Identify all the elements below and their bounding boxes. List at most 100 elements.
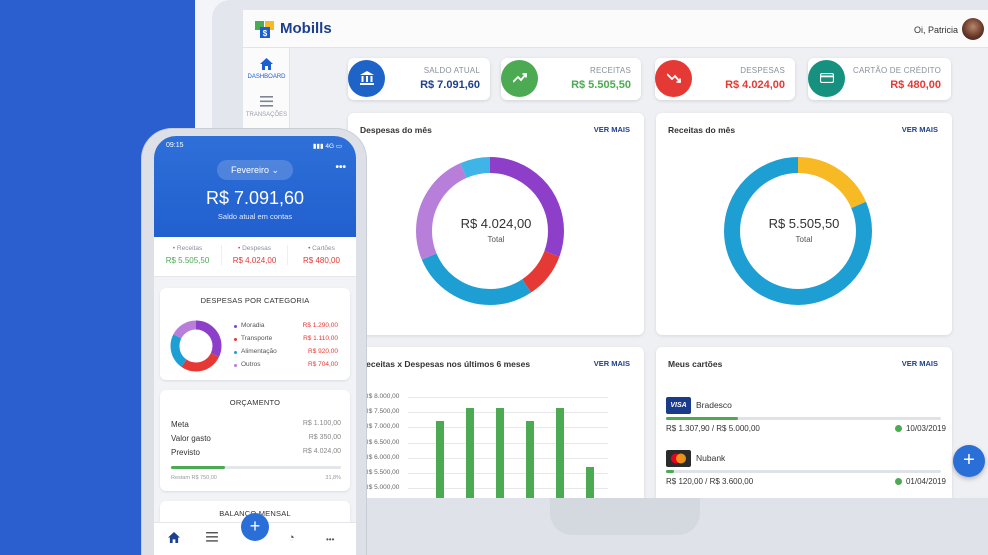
donut-center-label: Total	[795, 235, 813, 244]
category-legend-item: Outros R$ 704,00	[226, 361, 346, 371]
expenses-donut-chart	[416, 157, 564, 305]
stat-label: SALDO ATUAL	[423, 66, 480, 75]
budget-progress	[171, 466, 341, 469]
legend-dot	[234, 325, 237, 328]
expenses-card: Despesas do mês VER MAIS R$ 4.024,00 Tot…	[348, 113, 644, 335]
stat-card-saldo[interactable]: SALDO ATUAL R$ 7.091,60	[348, 58, 490, 100]
budget-row: Previsto R$ 4.024,00	[171, 448, 341, 457]
status-dot-icon	[894, 425, 902, 432]
category-value: R$ 1.110,00	[303, 335, 338, 342]
card-amount: R$ 120,00 / R$ 3.600,00	[666, 477, 754, 486]
chart-icon[interactable]: ◔	[288, 532, 295, 544]
category-card[interactable]: DESPESAS POR CATEGORIA Moradia R$ 1.290,0…	[160, 288, 350, 380]
bar	[436, 421, 444, 498]
income-donut-chart	[724, 157, 872, 305]
grid-line	[408, 397, 608, 398]
card-due-date: 01/04/2019	[894, 477, 946, 486]
home-icon[interactable]	[168, 532, 180, 546]
mobills-logo-icon: $	[255, 21, 274, 38]
status-time: 09:15	[166, 142, 184, 149]
category-legend-item: Transporte R$ 1.110,00	[226, 335, 346, 345]
sidebar-item-dashboard[interactable]: DASHBOARD	[243, 58, 290, 80]
month-selector[interactable]: Fevereiro ⌄	[217, 160, 293, 180]
ver-mais-link[interactable]: VER MAIS	[594, 125, 630, 134]
y-tick-label: R$ 7.500,00	[364, 408, 400, 416]
mastercard-logo-icon	[666, 450, 691, 467]
summary-cartoes[interactable]: • Cartões R$ 480,00	[288, 245, 355, 265]
credit-card-icon	[808, 60, 845, 97]
card-title: DESPESAS POR CATEGORIA	[200, 296, 310, 305]
summary-receitas[interactable]: • Receitas R$ 5.505,50	[154, 245, 221, 265]
category-legend-item: Moradia R$ 1.290,00	[226, 322, 346, 332]
more-options-icon[interactable]: •••	[335, 162, 346, 173]
income-vs-expenses-card: Receitas x Despesas nos últimos 6 meses …	[348, 347, 644, 498]
add-fab-button[interactable]: +	[953, 445, 985, 477]
home-icon	[243, 58, 290, 72]
top-bar: $ Mobills Oi, Patricia	[243, 10, 988, 48]
stat-value: R$ 480,00	[890, 79, 941, 91]
avatar[interactable]	[962, 18, 984, 40]
mobile-app: 09:15 ▮▮▮ 4G ▭ Fevereiro ⌄ ••• R$ 7.091,…	[154, 136, 356, 555]
svg-text:$: $	[263, 29, 268, 38]
add-button[interactable]: +	[241, 513, 269, 541]
card-amount: R$ 1.307,90 / R$ 5.000,00	[666, 424, 760, 433]
ver-mais-link[interactable]: VER MAIS	[902, 125, 938, 134]
bank-icon	[348, 60, 385, 97]
category-name: Moradia	[241, 322, 265, 329]
y-tick-label: R$ 6.000,00	[364, 453, 400, 461]
trend-up-icon	[501, 60, 538, 97]
sidebar-item-label: DASHBOARD	[247, 74, 286, 80]
budget-percent: 31,8%	[325, 475, 341, 481]
y-tick-label: R$ 5.500,00	[364, 469, 400, 476]
legend-dot	[234, 364, 237, 367]
summary-value: R$ 4.024,00	[232, 256, 277, 265]
category-value: R$ 920,00	[308, 348, 338, 355]
summary-label: • Receitas	[172, 245, 203, 252]
grid-line	[408, 412, 608, 414]
sidebar-item-transacoes[interactable]: TRANSAÇÕES	[243, 96, 290, 118]
brand-name: Mobills	[280, 20, 332, 37]
network-label: 4G	[325, 143, 335, 150]
category-name: Transporte	[241, 335, 273, 342]
stat-value: R$ 4.024,00	[725, 79, 785, 91]
list-icon[interactable]	[206, 532, 218, 545]
summary-value: R$ 480,00	[303, 256, 340, 265]
card-progress-fill	[666, 417, 738, 420]
category-legend-item: Alimentação R$ 920,00	[226, 348, 346, 358]
card-title: Meus cartões	[668, 359, 723, 369]
donut-center-label: Total	[487, 235, 505, 244]
card-name: Bradesco	[696, 400, 732, 410]
category-donut-chart	[170, 320, 222, 372]
budget-row: Valor gasto R$ 350,00	[171, 434, 341, 443]
budget-card[interactable]: ORÇAMENTO Meta R$ 1.100,00 Valor gasto R$ …	[160, 390, 350, 491]
list-icon	[243, 96, 290, 110]
card-date-text: 01/04/2019	[905, 477, 946, 486]
month-label: Fevereiro	[230, 165, 269, 175]
signal-icon: ▮▮▮	[312, 143, 326, 150]
bar	[526, 421, 534, 498]
stat-card-despesas[interactable]: DESPESAS R$ 4.024,00	[655, 58, 795, 100]
budget-row: Meta R$ 1.100,00	[171, 420, 341, 429]
status-dot-icon	[894, 478, 902, 485]
mobile-header: 09:15 ▮▮▮ 4G ▭ Fevereiro ⌄ ••• R$ 7.091,…	[154, 136, 356, 237]
battery-icon: ▭	[334, 143, 342, 150]
summary-despesas[interactable]: • Despesas R$ 4.024,00	[221, 245, 288, 265]
y-tick-label: R$ 8.000,00	[364, 393, 400, 400]
income-card: Receitas do mês VER MAIS R$ 5.505,50 Tot…	[656, 113, 952, 335]
donut-center-value: R$ 4.024,00	[460, 216, 532, 231]
category-name: Alimentação	[241, 348, 277, 355]
card-progress	[666, 417, 941, 420]
stat-card-receitas[interactable]: RECEITAS R$ 5.505,50	[501, 58, 641, 100]
ver-mais-link[interactable]: VER MAIS	[902, 359, 938, 368]
user-greeting[interactable]: Oi, Patricia	[914, 25, 958, 35]
card-title: ORÇAMENTO	[229, 398, 281, 407]
legend-dot	[234, 338, 237, 341]
bar	[586, 466, 594, 498]
category-value: R$ 704,00	[308, 361, 338, 368]
stat-label: RECEITAS	[589, 66, 631, 75]
legend-dot	[234, 351, 237, 354]
trend-down-icon	[655, 60, 692, 97]
stat-card-cartao[interactable]: CARTÃO DE CRÉDITO R$ 480,00	[808, 58, 951, 100]
more-icon[interactable]: •••	[326, 535, 334, 544]
mobile-balance-label: Saldo atual em contas	[217, 212, 293, 221]
